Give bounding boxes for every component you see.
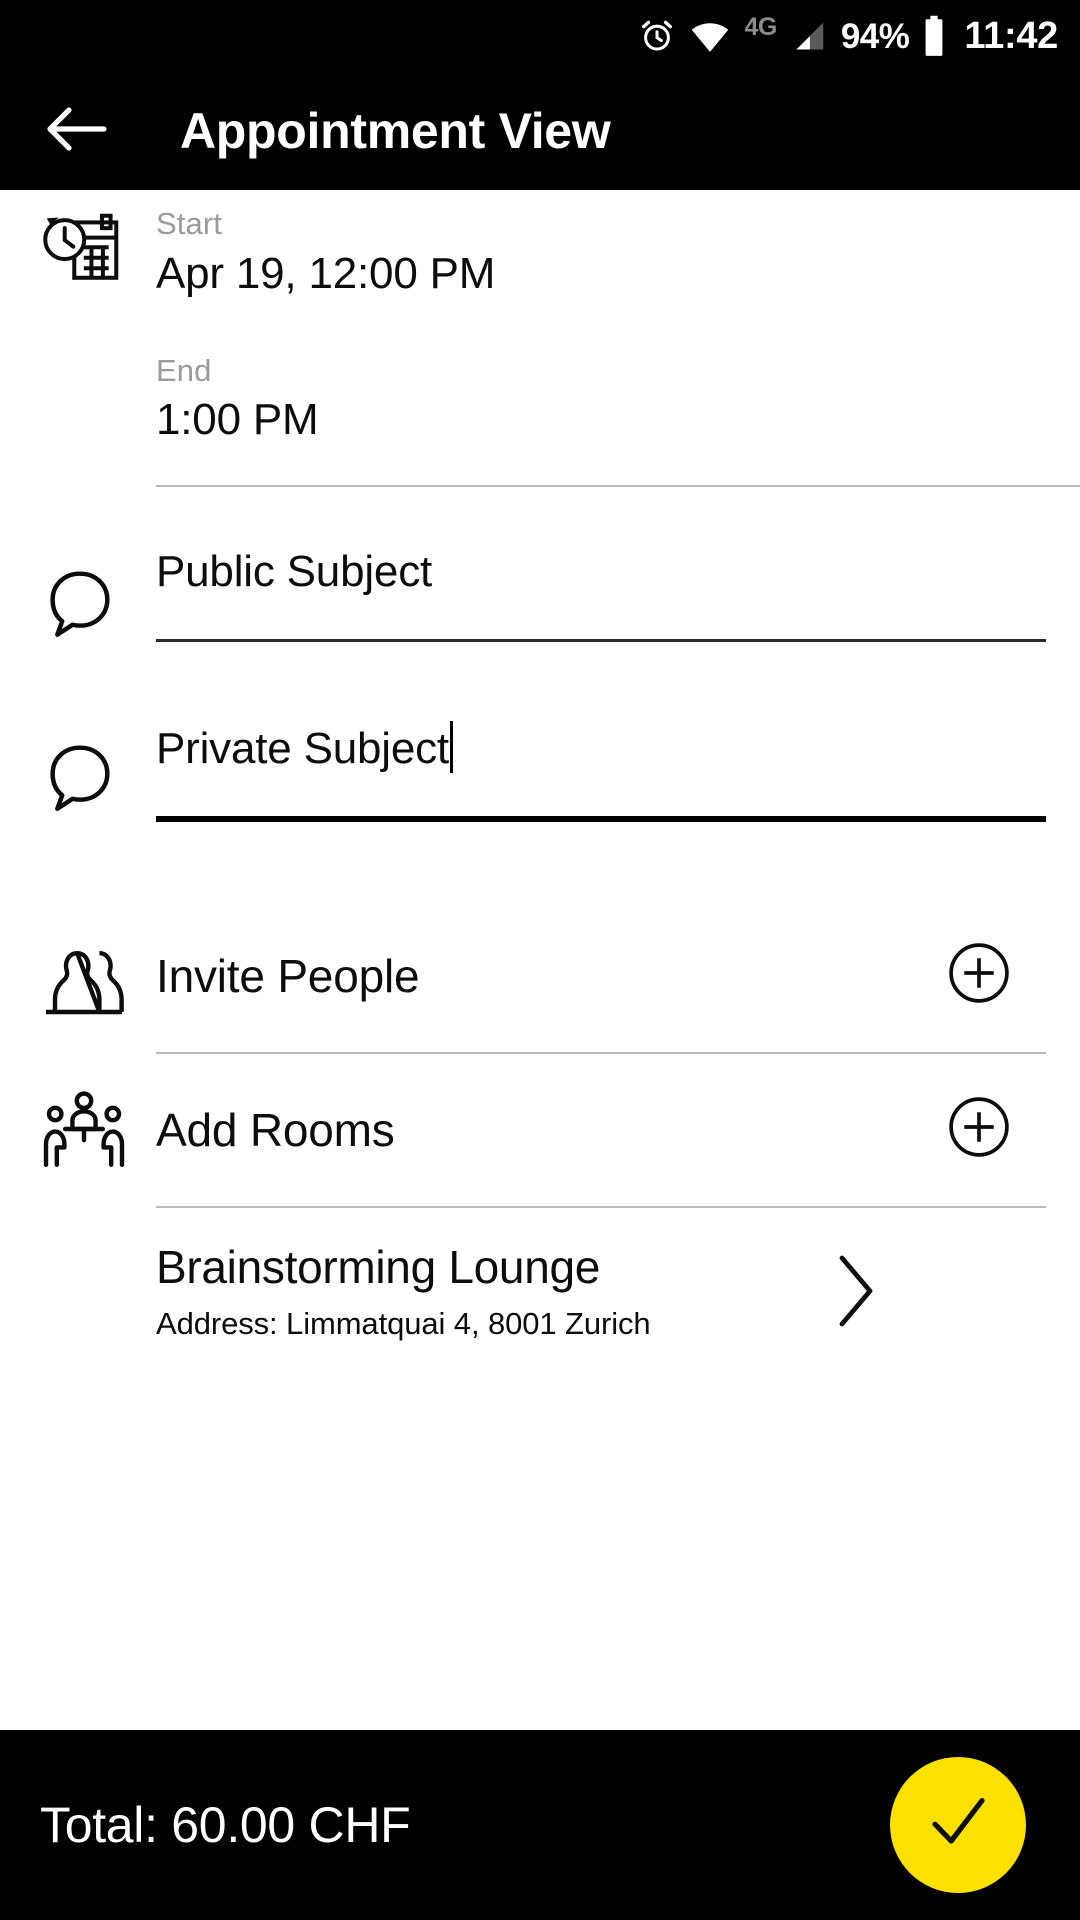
plus-circle-icon: [948, 1096, 1010, 1163]
selected-room-content[interactable]: Brainstorming Lounge Address: Limmatquai…: [156, 1242, 1080, 1345]
private-subject-field[interactable]: Private Subject: [156, 721, 1080, 822]
room-name: Brainstorming Lounge: [156, 1240, 601, 1293]
total-amount-label: Total: 60.00 CHF: [40, 1797, 411, 1853]
calendar-clock-icon: [38, 206, 156, 294]
end-label: End: [156, 352, 212, 388]
battery-percent-label: 94%: [840, 16, 910, 56]
text-cursor: [449, 721, 453, 774]
start-value[interactable]: Apr 19, 12:00 PM: [156, 246, 1046, 301]
speech-bubble-icon: [38, 547, 156, 643]
private-subject-underline: [156, 815, 1046, 822]
public-subject-underline: [156, 638, 1046, 642]
bottom-bar: Total: 60.00 CHF: [0, 1730, 1080, 1920]
start-label: Start: [156, 206, 222, 241]
battery-icon: [922, 15, 946, 57]
back-button[interactable]: [40, 94, 114, 168]
status-icons: 4G 94% 11:42: [638, 12, 1058, 57]
page-title: Appointment View: [180, 103, 611, 159]
add-rooms-content: Add Rooms: [156, 1054, 1080, 1206]
room-info: Brainstorming Lounge Address: Limmatquai…: [156, 1242, 651, 1345]
appointment-view-screen: 4G 94% 11:42 Appointment View Start Apr …: [0, 0, 1080, 1920]
speech-bubble-icon: [38, 721, 156, 817]
meeting-room-icon: [38, 1088, 156, 1172]
public-subject-row[interactable]: Public Subject: [0, 487, 1080, 643]
invite-people-content: Invite People: [156, 900, 1080, 1052]
confirm-button[interactable]: [890, 1757, 1026, 1893]
room-details-button[interactable]: [826, 1253, 886, 1333]
add-room-button[interactable]: [948, 1096, 1010, 1163]
appointment-form: Start Apr 19, 12:00 PM End 1:00 PM Publi…: [0, 190, 1080, 1730]
room-address: Address: Limmatquai 4, 8001 Zurich: [156, 1306, 651, 1342]
people-group-icon: [38, 937, 156, 1015]
room-icon-spacer: [38, 1291, 156, 1295]
back-arrow-icon: [46, 104, 108, 159]
end-value[interactable]: 1:00 PM: [156, 392, 1046, 447]
wifi-icon: [689, 17, 731, 55]
public-subject-field[interactable]: Public Subject: [156, 547, 1080, 642]
schedule-fields: Start Apr 19, 12:00 PM End 1:00 PM: [156, 206, 1080, 447]
chevron-right-icon: [834, 1252, 878, 1335]
schedule-row[interactable]: Start Apr 19, 12:00 PM End 1:00 PM: [0, 190, 1080, 447]
network-type-label: 4G: [744, 12, 777, 41]
selected-room-row[interactable]: Brainstorming Lounge Address: Limmatquai…: [0, 1208, 1080, 1345]
cellular-signal-icon: [790, 17, 828, 55]
add-person-button[interactable]: [948, 942, 1010, 1009]
status-bar: 4G 94% 11:42: [0, 0, 1080, 72]
invite-people-row[interactable]: Invite People: [0, 900, 1080, 1052]
checkmark-icon: [922, 1787, 994, 1864]
public-subject-value[interactable]: Public Subject: [156, 547, 432, 598]
status-bar-clock: 11:42: [964, 15, 1058, 57]
plus-circle-icon: [948, 942, 1010, 1009]
private-subject-value[interactable]: Private Subject: [156, 724, 449, 775]
alarm-clock-icon: [638, 17, 676, 55]
app-bar: Appointment View: [0, 72, 1080, 190]
private-subject-row[interactable]: Private Subject: [0, 643, 1080, 822]
add-rooms-label: Add Rooms: [156, 1103, 395, 1156]
invite-people-label: Invite People: [156, 949, 420, 1002]
add-rooms-row[interactable]: Add Rooms: [0, 1054, 1080, 1206]
